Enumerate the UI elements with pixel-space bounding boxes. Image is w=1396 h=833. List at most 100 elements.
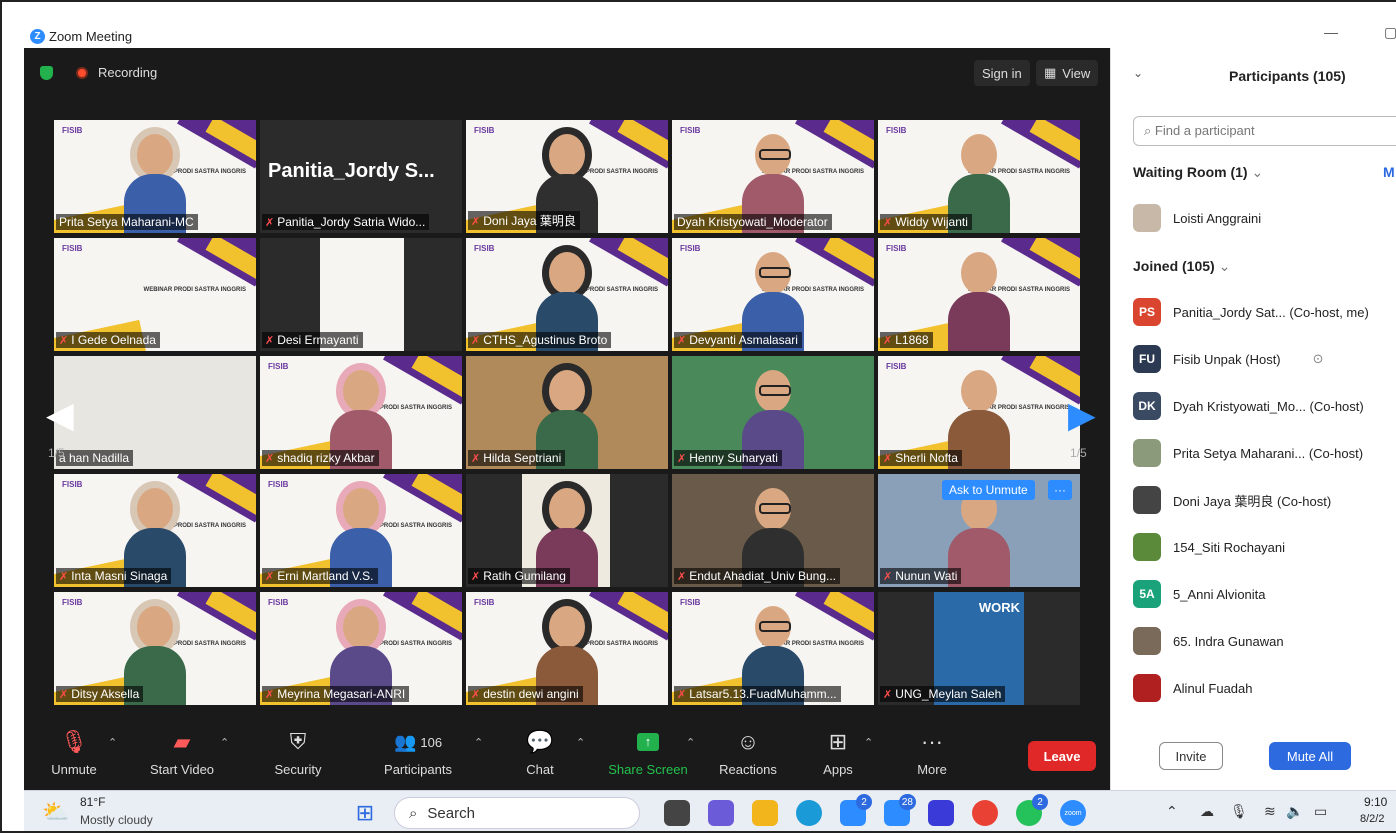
- participant-row[interactable]: 65. Indra Gunawan: [1133, 621, 1396, 661]
- collapse-panel-chevron-icon[interactable]: ⌄: [1133, 66, 1143, 80]
- participant-row[interactable]: Doni Jaya 葉明良 (Co-host): [1133, 480, 1396, 520]
- participant-name: 154_Siti Rochayani: [1173, 539, 1286, 555]
- joined-header[interactable]: Joined (105) ⌄: [1133, 258, 1230, 275]
- whatsapp-icon[interactable]: 2: [1016, 794, 1048, 826]
- windows-start-icon[interactable]: ⊞: [352, 800, 378, 826]
- video-tile[interactable]: FISIB WEBINAR PRODI SASTRA INGGRIS ✗ Ditsy …: [54, 592, 256, 705]
- video-tile[interactable]: ✗ Ratih Gumilang: [466, 474, 668, 587]
- apps-icon: ⊞: [828, 729, 848, 754]
- video-tile[interactable]: ✗ Nunun Wati Ask to Unmute ···: [878, 474, 1080, 587]
- video-tile[interactable]: FISIB WEBINAR PRODI SASTRA INGGRIS ✗ L1868: [878, 238, 1080, 351]
- waiting-room-header[interactable]: Waiting Room (1) ⌄: [1133, 164, 1263, 181]
- apps-button[interactable]: ⊞ Apps: [820, 724, 856, 790]
- audio-options-chevron-icon[interactable]: ⌃: [108, 736, 117, 749]
- chrome-browser-icon[interactable]: [972, 800, 998, 826]
- view-label: View: [1062, 65, 1091, 81]
- reactions-button[interactable]: ☺ Reactions: [714, 724, 782, 790]
- wifi-icon[interactable]: ≋: [1264, 803, 1276, 820]
- ask-to-unmute-button[interactable]: Ask to Unmute: [942, 480, 1035, 500]
- participant-name-label: ✗ CTHS_Agustinus Broto: [468, 332, 612, 348]
- apps-options-chevron-icon[interactable]: ⌃: [864, 736, 873, 749]
- fisib-logo: FISIB: [62, 244, 83, 253]
- task-view-icon[interactable]: [664, 800, 690, 826]
- participant-row[interactable]: PS Panitia_Jordy Sat... (Co-host, me): [1133, 292, 1396, 332]
- edge-browser-icon[interactable]: [796, 800, 822, 826]
- video-tile[interactable]: FISIB WEBINAR PRODI SASTRA INGGRIS ✗ Inta M…: [54, 474, 256, 587]
- taskbar-search[interactable]: ⌕ Search: [394, 797, 640, 829]
- zoom-taskbar-icon[interactable]: zoom: [1060, 800, 1086, 826]
- video-tile[interactable]: FISIB WEBINAR PRODI SASTRA INGGRIS ✗ I Gede…: [54, 238, 256, 351]
- video-tile[interactable]: FISIB WEBINAR PRODI SASTRA INGGRIS ✗ Sherli…: [878, 356, 1080, 469]
- restore-icon[interactable]: ▢: [1384, 24, 1396, 41]
- battery-icon[interactable]: ▭: [1314, 803, 1327, 820]
- participant-row[interactable]: DK Dyah Kristyowati_Mo... (Co-host): [1133, 386, 1396, 426]
- video-tile[interactable]: ✗ Hilda Septriani: [466, 356, 668, 469]
- smiley-plus-icon: ☺: [736, 729, 760, 754]
- app-icon[interactable]: [928, 800, 954, 826]
- participant-row[interactable]: FU Fisib Unpak (Host) ⊙: [1133, 339, 1396, 379]
- clock-date[interactable]: 8/2/2: [1360, 813, 1384, 825]
- chat-options-chevron-icon[interactable]: ⌃: [576, 736, 585, 749]
- video-tile[interactable]: FISIB WEBINAR PRODI SASTRA INGGRIS ✗ Devyan…: [672, 238, 874, 351]
- participants-options-chevron-icon[interactable]: ⌃: [474, 736, 483, 749]
- video-tile[interactable]: FISIB WEBINAR PRODI SASTRA INGGRIS ✗ CTHS_A…: [466, 238, 668, 351]
- mute-all-button[interactable]: Mute All: [1269, 742, 1351, 770]
- messaging-icon[interactable]: 28: [884, 794, 916, 826]
- find-participant-placeholder: Find a participant: [1154, 123, 1255, 138]
- video-tile[interactable]: WORK ✗ UNG_Meylan Saleh: [878, 592, 1080, 705]
- file-explorer-icon[interactable]: [752, 800, 778, 826]
- video-tile[interactable]: FISIB WEBINAR PRODI SASTRA INGGRIS Prita S…: [54, 120, 256, 233]
- next-page-arrow-icon[interactable]: ▶: [1068, 394, 1096, 436]
- mail-icon[interactable]: 2: [840, 794, 872, 826]
- video-tile[interactable]: FISIB WEBINAR PRODI SASTRA INGGRIS ✗ Erni M…: [260, 474, 462, 587]
- weather-cloud-icon[interactable]: ⛅: [42, 799, 69, 825]
- video-tile[interactable]: FISIB WEBINAR PRODI SASTRA INGGRIS Dyah Kr…: [672, 120, 874, 233]
- video-tile[interactable]: Panitia_Jordy S... ✗ Panitia_Jordy Satria …: [260, 120, 462, 233]
- leave-button[interactable]: Leave: [1028, 741, 1096, 771]
- security-button[interactable]: ⛨ Security: [270, 724, 326, 790]
- video-tile[interactable]: FISIB WEBINAR PRODI SASTRA INGGRIS ✗ shadiq…: [260, 356, 462, 469]
- find-participant-input[interactable]: ⌕ Find a participant: [1133, 116, 1396, 146]
- view-button[interactable]: ▦ View: [1036, 60, 1099, 86]
- speaker-icon[interactable]: 🔈: [1286, 803, 1303, 820]
- waiting-room-more-link[interactable]: M: [1383, 164, 1395, 180]
- weather-description[interactable]: Mostly cloudy: [80, 813, 153, 827]
- sign-in-button[interactable]: Sign in: [974, 60, 1030, 86]
- video-tile[interactable]: FISIB WEBINAR PRODI SASTRA INGGRIS ✗ Doni J…: [466, 120, 668, 233]
- unmute-button[interactable]: 🎙 Unmute: [46, 724, 102, 790]
- share-options-chevron-icon[interactable]: ⌃: [686, 736, 695, 749]
- microphone-icon[interactable]: 🎙: [1230, 803, 1248, 820]
- video-tile[interactable]: FISIB WEBINAR PRODI SASTRA INGGRIS ✗ Widdy …: [878, 120, 1080, 233]
- more-button[interactable]: ··· More: [912, 724, 952, 790]
- video-tile[interactable]: ✗ Endut Ahadiat_Univ Bung...: [672, 474, 874, 587]
- weather-temp[interactable]: 81°F: [80, 795, 105, 809]
- waiting-participant-row[interactable]: Loisti Anggraini: [1133, 198, 1396, 238]
- fisib-logo: FISIB: [62, 598, 83, 607]
- video-tile[interactable]: FISIB WEBINAR PRODI SASTRA INGGRIS ✗ Meyrin…: [260, 592, 462, 705]
- video-tile[interactable]: FISIB WEBINAR PRODI SASTRA INGGRIS ✗ destin…: [466, 592, 668, 705]
- show-hidden-icons-chevron-icon[interactable]: ⌃: [1166, 803, 1178, 820]
- start-video-button[interactable]: ▰ Start Video: [142, 724, 222, 790]
- participant-row[interactable]: Prita Setya Maharani... (Co-host): [1133, 433, 1396, 473]
- encryption-shield-icon[interactable]: [40, 66, 53, 80]
- search-icon: ⌕: [409, 804, 418, 822]
- chat-button[interactable]: 💬 Chat: [520, 724, 560, 790]
- onedrive-cloud-icon[interactable]: ☁: [1200, 803, 1214, 820]
- video-tile[interactable]: a han Nadilla: [54, 356, 256, 469]
- video-tile[interactable]: ✗ Henny Suharyati: [672, 356, 874, 469]
- video-tile[interactable]: FISIB WEBINAR PRODI SASTRA INGGRIS ✗ Latsar…: [672, 592, 874, 705]
- participant-row[interactable]: Alinul Fuadah: [1133, 668, 1396, 708]
- participants-button[interactable]: 👥 106 Participants: [378, 724, 458, 790]
- invite-button[interactable]: Invite: [1159, 742, 1223, 770]
- participant-row[interactable]: 5A 5_Anni Alvionita: [1133, 574, 1396, 614]
- teams-chat-icon[interactable]: [708, 800, 734, 826]
- share-screen-button[interactable]: ↑ Share Screen: [604, 724, 692, 790]
- participant-row[interactable]: 154_Siti Rochayani: [1133, 527, 1396, 567]
- recording-label[interactable]: Recording: [98, 65, 157, 80]
- tile-more-options-button[interactable]: ···: [1048, 480, 1072, 500]
- video-tile[interactable]: ✗ Desi Ermayanti: [260, 238, 462, 351]
- clock-time[interactable]: 9:10: [1364, 795, 1387, 809]
- prev-page-arrow-icon[interactable]: ◀: [46, 394, 74, 436]
- minimize-icon[interactable]: —: [1324, 24, 1338, 40]
- video-options-chevron-icon[interactable]: ⌃: [220, 736, 229, 749]
